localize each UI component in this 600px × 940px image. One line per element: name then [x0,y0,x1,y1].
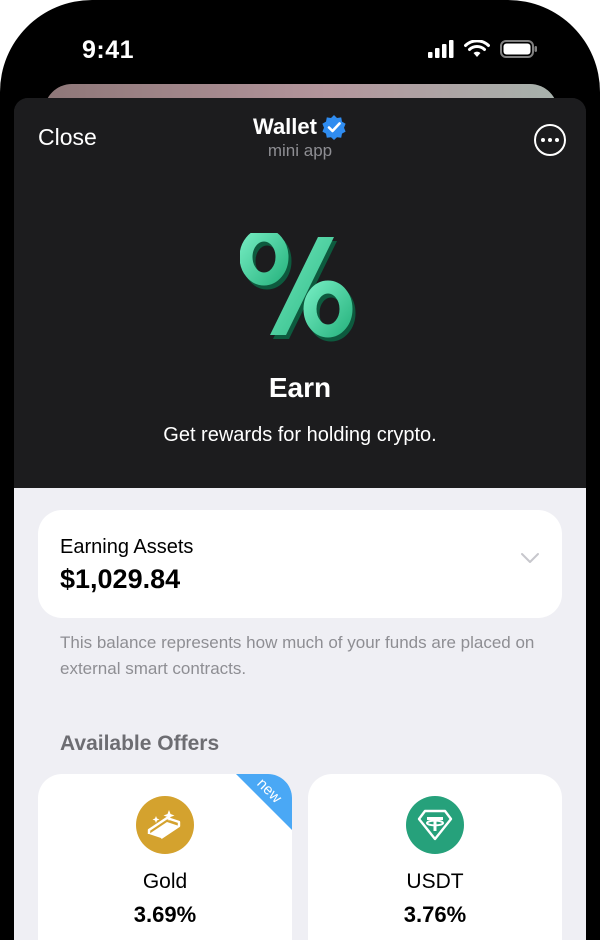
earn-subtitle: Get rewards for holding crypto. [163,424,437,446]
earn-title: Earn [268,372,332,403]
offer-name: Gold [142,870,188,893]
title-block: Wallet mini app [14,114,586,161]
status-bar: 9:41 [0,0,600,84]
offer-rate: 3.76% [403,902,467,927]
signal-icon [428,40,454,58]
battery-icon [500,40,537,58]
mini-app-sheet: Close Wallet mini app Earn Get rewards f… [14,98,586,940]
available-offers-heading: Available Offers [60,732,220,755]
verified-badge-icon [322,115,346,140]
more-dot [555,138,559,142]
offer-card-usdt[interactable]: USDT 3.76% [308,774,562,940]
tether-icon [406,796,464,854]
percent-icon [240,233,356,342]
chevron-down-icon [521,553,539,563]
more-dot [541,138,545,142]
balance-note: This balance represents how much of your… [60,633,535,678]
more-dot [548,138,552,142]
earning-assets-value: $1,029.84 [60,564,181,594]
phone-frame: 9:41 Close Wallet mini app Earn Get rewa… [0,0,600,940]
new-badge: new [236,774,292,830]
gold-bar-icon [136,796,194,854]
offer-card-gold[interactable]: Gold 3.69% new [38,774,292,940]
app-subtitle: mini app [267,141,333,160]
more-options-button[interactable] [534,124,566,156]
mini-app-header: Close Wallet mini app Earn Get rewards f… [14,98,586,488]
offer-rate: 3.69% [133,902,197,927]
earning-assets-label: Earning Assets [60,536,194,558]
status-icons [428,40,538,58]
app-title: Wallet [253,114,317,139]
status-time: 9:41 [82,36,135,64]
offer-name: USDT [406,870,464,893]
title-row: Wallet [253,114,347,140]
wifi-icon [464,40,490,57]
earn-content: Earning Assets $1,029.84 This balance re… [14,488,586,940]
earning-assets-card[interactable]: Earning Assets $1,029.84 [38,510,562,618]
